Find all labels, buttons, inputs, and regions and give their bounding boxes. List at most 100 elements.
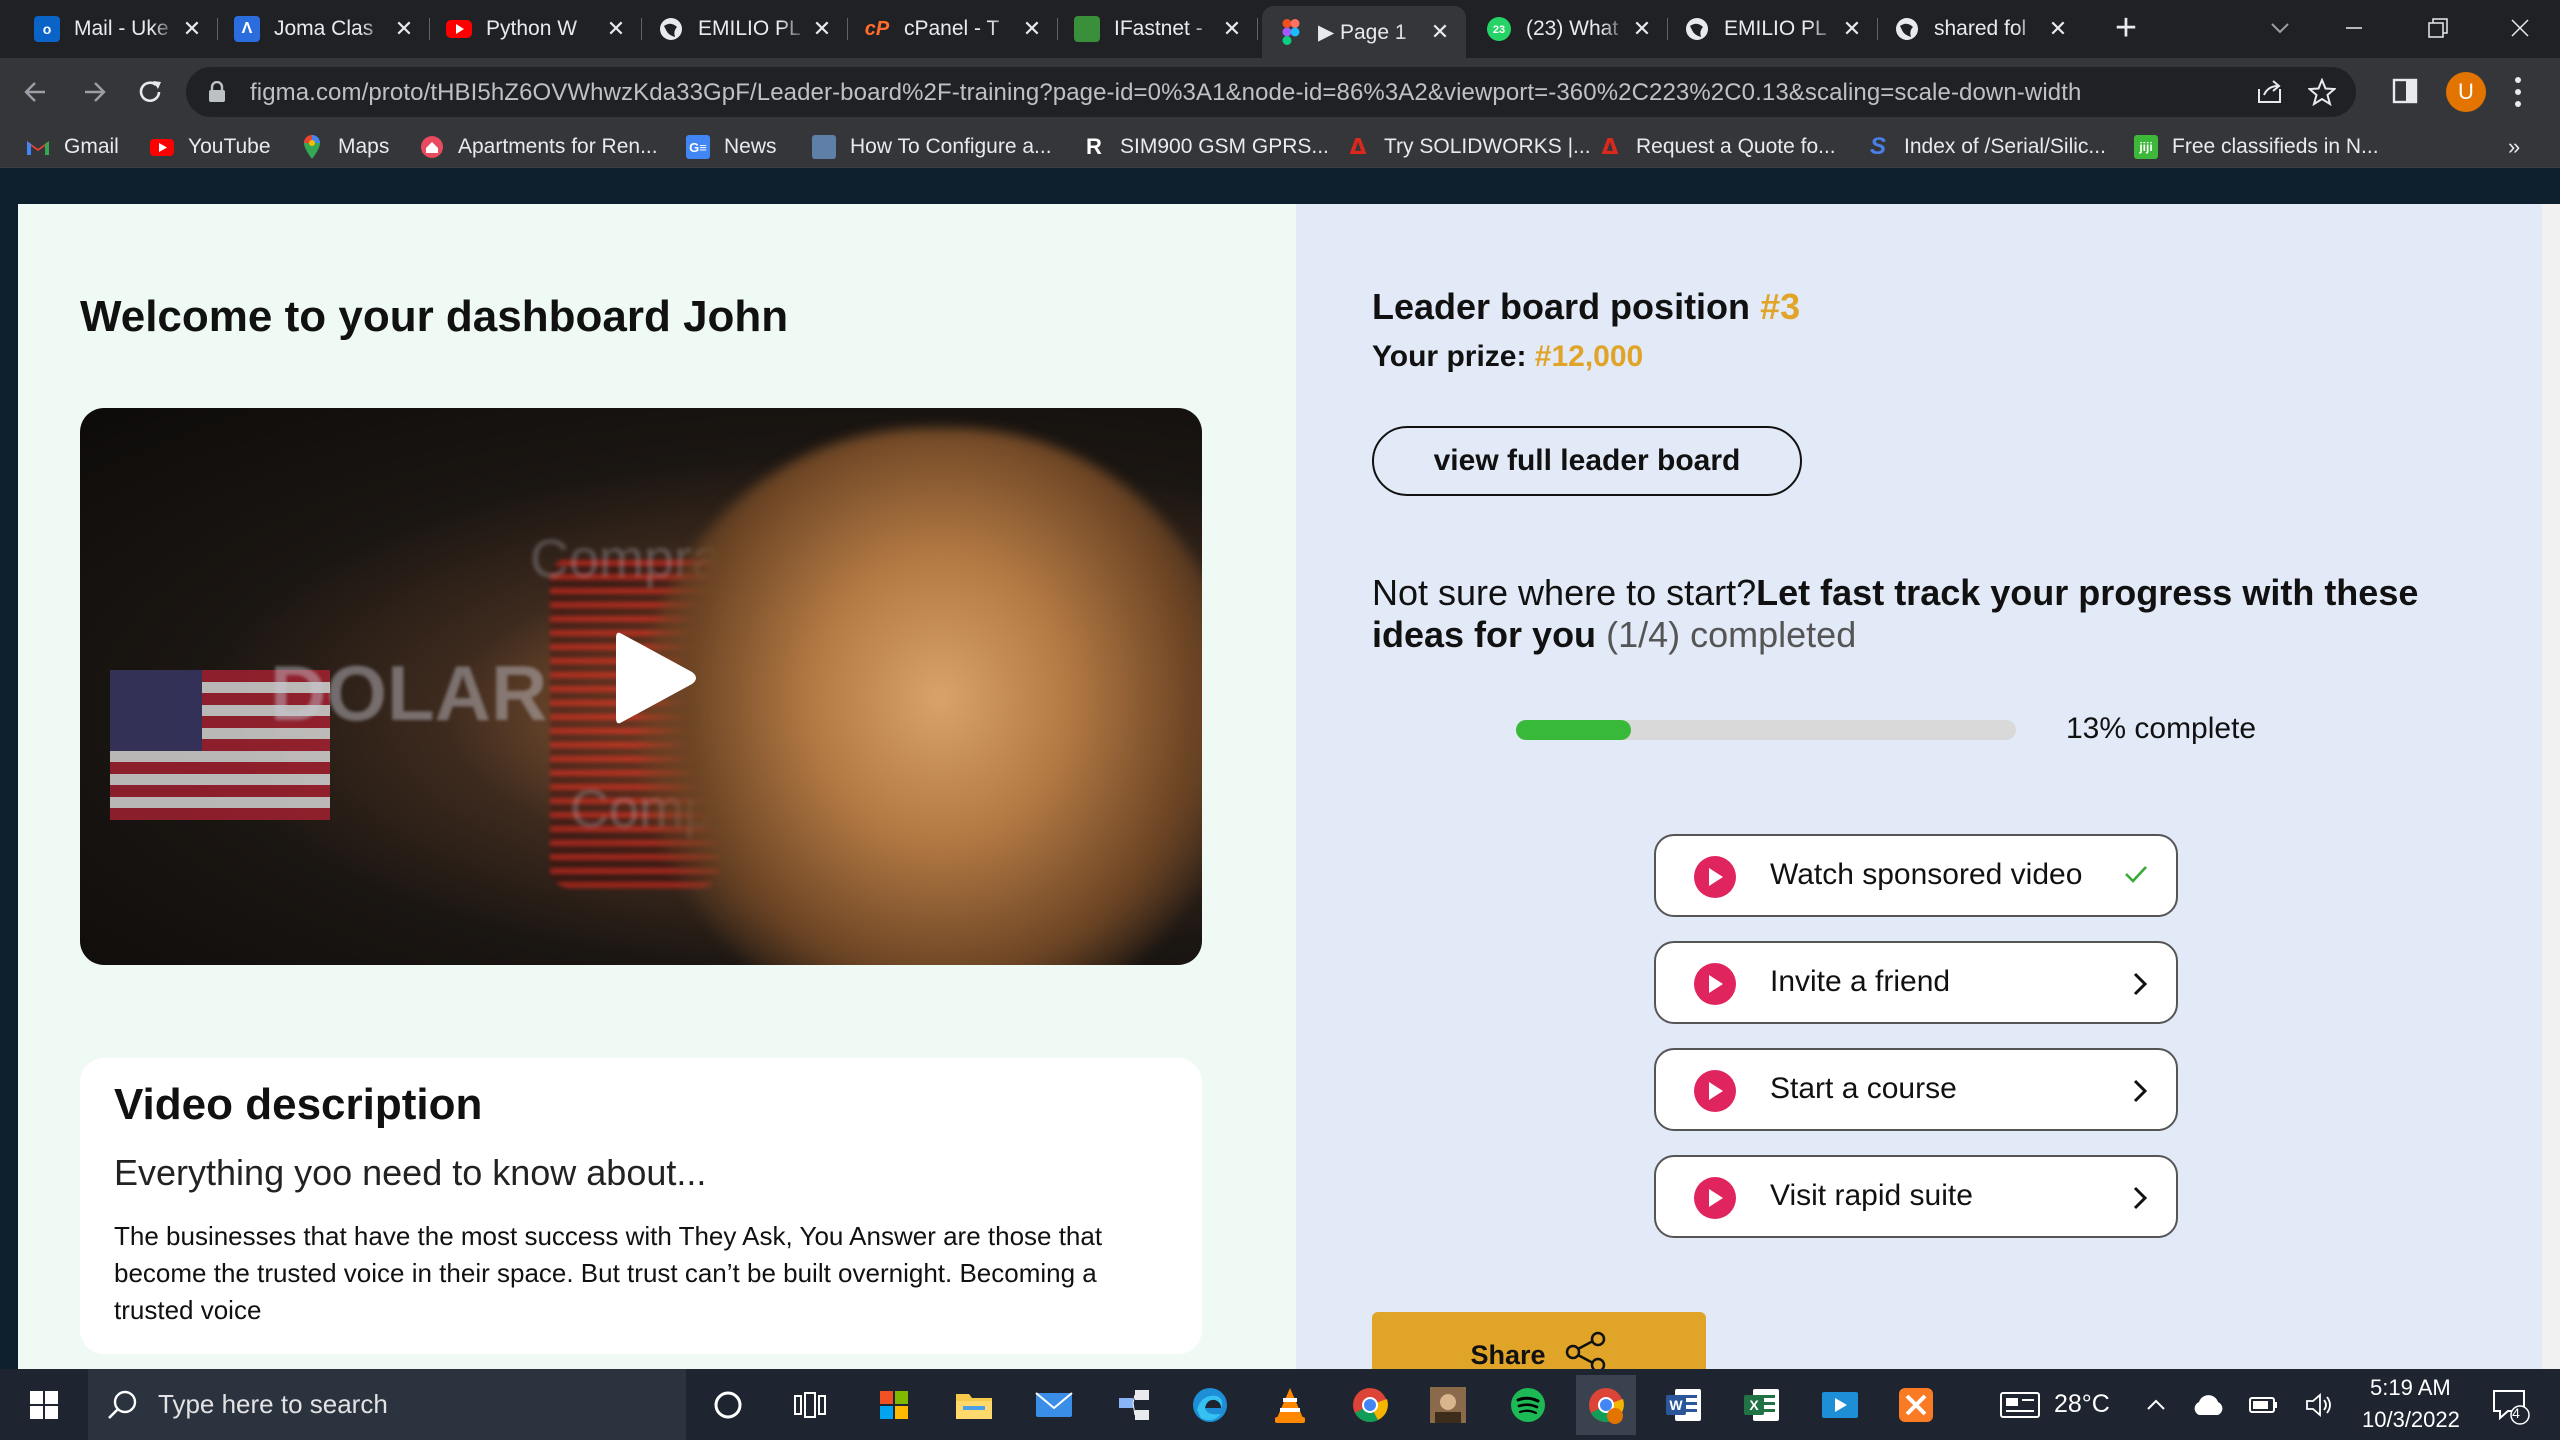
minimize-button[interactable]: [2324, 8, 2384, 48]
onedrive-icon[interactable]: [2182, 1379, 2234, 1431]
back-button[interactable]: [14, 70, 58, 114]
bookmarks-overflow-button[interactable]: »: [2508, 133, 2520, 161]
battery-icon[interactable]: [2238, 1379, 2290, 1431]
tab-ifastnet[interactable]: IFastnet - ✕: [1058, 8, 1258, 50]
video-player[interactable]: Compra DOLAR Comp: [80, 408, 1202, 965]
close-icon[interactable]: ✕: [1218, 15, 1246, 43]
view-full-leaderboard-button[interactable]: view full leader board: [1372, 426, 1802, 496]
close-icon[interactable]: ✕: [1838, 15, 1866, 43]
spotify-icon[interactable]: [1502, 1379, 1554, 1431]
media-player-icon[interactable]: [1814, 1379, 1866, 1431]
lock-icon[interactable]: [208, 81, 226, 103]
task-visit-rapid-suite[interactable]: Visit rapid suite: [1654, 1155, 2178, 1238]
tab-mail[interactable]: o Mail - Uke ✕: [18, 8, 218, 50]
bookmark-gmail[interactable]: Gmail: [26, 133, 119, 161]
reload-button[interactable]: [128, 70, 172, 114]
close-icon[interactable]: ✕: [602, 15, 630, 43]
share-page-icon[interactable]: [2256, 79, 2284, 105]
bookmark-apartments[interactable]: Apartments for Ren...: [420, 133, 658, 161]
tab-emilio-1[interactable]: EMILIO PL ✕: [642, 8, 848, 50]
news-weather-icon[interactable]: [1994, 1379, 2046, 1431]
word-icon[interactable]: W: [1658, 1379, 1710, 1431]
bookmark-jiji[interactable]: jiji Free classifieds in N...: [2134, 133, 2379, 161]
tab-cpanel[interactable]: cP cPanel - T ✕: [848, 8, 1058, 50]
maps-icon: [300, 135, 324, 159]
bookmark-request-quote[interactable]: ᐃ Request a Quote fo...: [1598, 133, 1835, 161]
tab-figma-page[interactable]: ▶ Page 1 ✕: [1262, 6, 1466, 58]
chevron-right-icon: [2132, 971, 2148, 997]
task-label: Invite a friend: [1770, 965, 1951, 998]
bookmark-index-serial[interactable]: S Index of /Serial/Silic...: [1866, 133, 2106, 161]
taskbar-search-placeholder: Type here to search: [158, 1389, 388, 1419]
bookmark-news[interactable]: G≡ News: [686, 133, 777, 161]
volume-icon[interactable]: [2294, 1379, 2346, 1431]
show-hidden-icons-chevron-icon[interactable]: [2130, 1379, 2182, 1431]
edge-icon[interactable]: [1184, 1379, 1236, 1431]
close-icon[interactable]: ✕: [1018, 15, 1046, 43]
svg-text:X: X: [1749, 1397, 1759, 1413]
bookmark-label: Index of /Serial/Silic...: [1904, 135, 2106, 158]
taskbar-search-box[interactable]: Type here to search: [88, 1369, 686, 1440]
close-icon[interactable]: ✕: [808, 15, 836, 43]
chrome-profile-icon[interactable]: [1576, 1375, 1636, 1435]
tab-joma[interactable]: Λ Joma Clas ✕: [218, 8, 430, 50]
bookmark-youtube[interactable]: YouTube: [150, 133, 271, 161]
bookmark-solidworks[interactable]: ᐃ Try SOLIDWORKS |...: [1346, 133, 1590, 161]
new-tab-button[interactable]: +: [2096, 7, 2156, 49]
url-text[interactable]: figma.com/proto/tHBI5hZ6OVWhwzKda33GpF/L…: [250, 79, 2081, 107]
search-icon: [106, 1389, 138, 1421]
bookmark-label: Apartments for Ren...: [458, 135, 658, 158]
close-window-button[interactable]: [2490, 8, 2550, 48]
address-bar[interactable]: figma.com/proto/tHBI5hZ6OVWhwzKda33GpF/L…: [186, 67, 2356, 117]
tab-emilio-2[interactable]: EMILIO PL ✕: [1668, 8, 1878, 50]
clock-time[interactable]: 5:19 AM: [2370, 1375, 2451, 1401]
tab-whatsapp[interactable]: 23 (23) What ✕: [1470, 8, 1668, 50]
bookmark-configure[interactable]: How To Configure a...: [812, 133, 1052, 161]
chrome-icon[interactable]: [1344, 1379, 1396, 1431]
side-panel-icon[interactable]: [2392, 78, 2418, 104]
photo-app-icon[interactable]: [1422, 1379, 1474, 1431]
bookmark-star-icon[interactable]: [2308, 78, 2336, 106]
close-icon[interactable]: ✕: [178, 15, 206, 43]
task-label: Watch sponsored video: [1770, 858, 2083, 891]
profile-avatar[interactable]: U: [2446, 72, 2486, 112]
progress-label: 13% complete: [2066, 712, 2257, 745]
task-start-course[interactable]: Start a course: [1654, 1048, 2178, 1131]
page-scrollbar-gutter[interactable]: [2542, 204, 2560, 1369]
restore-button[interactable]: [2408, 8, 2468, 48]
excel-icon[interactable]: X: [1736, 1379, 1788, 1431]
microsoft-store-icon[interactable]: [868, 1379, 920, 1431]
cortana-icon[interactable]: [702, 1379, 754, 1431]
vlc-icon[interactable]: [1264, 1379, 1316, 1431]
chrome-menu-icon[interactable]: [2514, 76, 2522, 108]
tab-title: (23) What: [1526, 17, 1619, 40]
xampp-icon[interactable]: [1890, 1379, 1942, 1431]
progress-bar: [1516, 720, 2016, 740]
close-icon[interactable]: ✕: [1426, 18, 1454, 46]
dashboard-left-panel: Welcome to your dashboard John Compra DO…: [18, 204, 1296, 1369]
network-tool-icon[interactable]: [1108, 1379, 1160, 1431]
forward-button[interactable]: [72, 70, 116, 114]
chevron-right-icon: [2132, 1185, 2148, 1211]
task-view-icon[interactable]: [784, 1379, 836, 1431]
bookmark-maps[interactable]: Maps: [300, 133, 389, 161]
weather-temperature[interactable]: 28°C: [2054, 1390, 2110, 1419]
notification-center-icon[interactable]: 4: [2484, 1379, 2536, 1431]
close-icon[interactable]: ✕: [390, 15, 418, 43]
clock-date[interactable]: 10/3/2022: [2362, 1407, 2460, 1433]
windows-start-icon[interactable]: [18, 1379, 70, 1431]
close-icon[interactable]: ✕: [1628, 15, 1656, 43]
file-explorer-icon[interactable]: [948, 1379, 1000, 1431]
share-button[interactable]: Share: [1372, 1312, 1706, 1369]
task-watch-sponsored-video[interactable]: Watch sponsored video: [1654, 834, 2178, 917]
tab-search-chevron-icon[interactable]: [2250, 8, 2310, 48]
close-icon[interactable]: ✕: [2044, 15, 2072, 43]
task-invite-friend[interactable]: Invite a friend: [1654, 941, 2178, 1024]
mail-icon[interactable]: [1028, 1379, 1080, 1431]
tab-shared-folder[interactable]: shared fol ✕: [1878, 8, 2084, 50]
cpanel-icon: cP: [864, 17, 890, 40]
bookmark-sim900[interactable]: R SIM900 GSM GPRS...: [1082, 133, 1329, 161]
tab-python[interactable]: Python W ✕: [430, 8, 642, 50]
bookmark-label: Maps: [338, 135, 390, 158]
play-icon[interactable]: [610, 628, 700, 728]
